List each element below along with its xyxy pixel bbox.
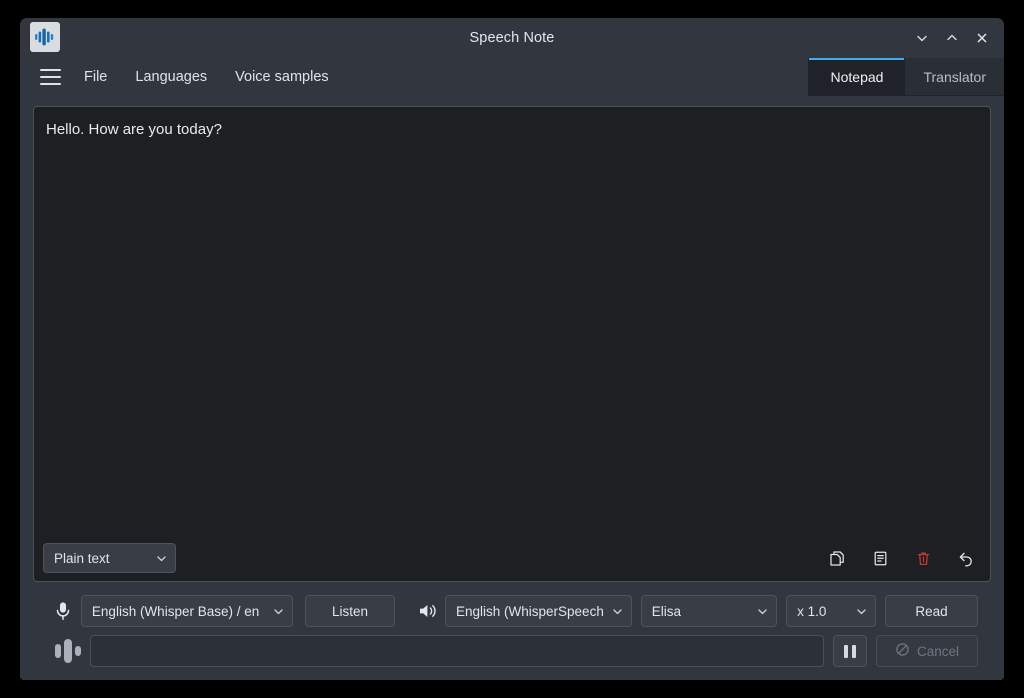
progress-bar[interactable] [90, 635, 824, 667]
speech-note-window: Speech Note File Languages Voice samples… [20, 18, 1004, 680]
maximize-button[interactable] [938, 24, 966, 52]
tab-translator[interactable]: Translator [904, 58, 1004, 96]
chevron-down-icon [756, 605, 769, 618]
chevron-down-icon [155, 552, 168, 565]
paste-icon[interactable] [865, 543, 895, 573]
tts-speed-select[interactable]: x 1.0 [786, 595, 876, 627]
notepad-panel: Hello. How are you today? Plain text [33, 106, 991, 582]
copy-icon[interactable] [822, 543, 852, 573]
notepad-actions [822, 543, 981, 573]
chevron-down-icon [272, 605, 285, 618]
audio-wave-icon [46, 639, 90, 663]
speaker-icon[interactable] [410, 601, 445, 621]
menu-bar: File Languages Voice samples Notepad Tra… [20, 58, 1004, 96]
minimize-button[interactable] [908, 24, 936, 52]
read-button[interactable]: Read [884, 595, 979, 627]
chevron-down-icon [611, 605, 624, 618]
tts-speed-value: x 1.0 [797, 603, 827, 619]
tts-model-value: English (WhisperSpeech [456, 603, 603, 619]
window-body: Hello. How are you today? Plain text Eng… [20, 96, 1004, 680]
window-title: Speech Note [469, 30, 555, 46]
trash-icon[interactable] [908, 543, 938, 573]
tab-notepad[interactable]: Notepad [808, 58, 905, 96]
chevron-down-icon [855, 605, 868, 618]
microphone-icon[interactable] [46, 600, 81, 622]
text-format-select[interactable]: Plain text [43, 543, 176, 573]
stt-model-value: English (Whisper Base) / en [91, 603, 260, 619]
menu-item-file[interactable]: File [73, 63, 118, 91]
pause-button[interactable] [833, 635, 867, 667]
tab-bar: Notepad Translator [808, 58, 1004, 96]
desktop-background: Speech Note File Languages Voice samples… [0, 0, 1024, 698]
cancel-button-label: Cancel [916, 643, 960, 659]
hamburger-menu-icon[interactable] [33, 62, 67, 92]
cancel-button[interactable]: Cancel [876, 635, 978, 667]
stt-model-select[interactable]: English (Whisper Base) / en [80, 595, 293, 627]
status-bar: Cancel [33, 633, 991, 680]
window-controls [908, 18, 996, 58]
close-button[interactable] [968, 24, 996, 52]
prohibited-icon [895, 642, 910, 660]
menu-item-voice-samples[interactable]: Voice samples [224, 63, 340, 91]
note-text-area[interactable]: Hello. How are you today? [34, 107, 990, 535]
listen-button[interactable]: Listen [304, 595, 396, 627]
undo-icon[interactable] [951, 543, 981, 573]
text-format-value: Plain text [54, 550, 110, 566]
tts-voice-select[interactable]: Elisa [640, 595, 778, 627]
notepad-toolbar: Plain text [34, 535, 990, 581]
title-bar: Speech Note [20, 18, 1004, 58]
tts-voice-value: Elisa [651, 603, 682, 619]
controls-bar: English (Whisper Base) / en Listen Engli… [33, 582, 991, 633]
tts-model-select[interactable]: English (WhisperSpeech [445, 595, 632, 627]
menu-item-languages[interactable]: Languages [124, 63, 218, 91]
